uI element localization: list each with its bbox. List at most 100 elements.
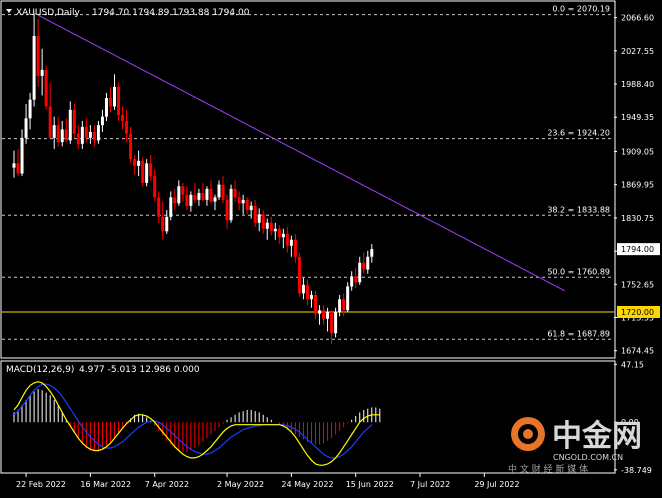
candle-body-bear: [330, 311, 334, 334]
candles-layer: [12, 14, 374, 345]
macd-values: 4.977 -5.013 12.986 0.000: [79, 365, 200, 375]
candle-body-bull: [165, 216, 169, 232]
candle-body-bull: [289, 239, 293, 246]
symbol-label: XAUUSD,Daily: [16, 8, 80, 18]
watermark-logo: 中金网 CNGOLD.COM.CN 中 文 财 经 新 媒 体: [508, 417, 642, 475]
candle-body-bull: [366, 256, 370, 270]
candle-body-bear: [285, 233, 289, 246]
candle-body-bull: [88, 131, 92, 138]
time-tick-label: 7 Apr 2022: [145, 480, 189, 489]
current-price-label: 1794.00: [621, 245, 654, 254]
candle-body-bear: [181, 186, 185, 195]
price-tick-label: 2027.55: [621, 47, 654, 56]
candle-body-bear: [322, 310, 326, 319]
candle-body-bear: [305, 284, 309, 300]
candle-body-bear: [92, 131, 96, 141]
candle-body-bear: [253, 205, 257, 223]
watermark-logo-text: 中金网: [552, 419, 642, 454]
candle-body-bear: [76, 133, 80, 144]
trendline-layer: [33, 12, 565, 292]
support-price-label: 1720.00: [621, 308, 654, 317]
candle-body-bull: [213, 197, 217, 202]
candle-body-bull: [350, 276, 354, 287]
chevron-down-icon[interactable]: [6, 9, 12, 13]
fibo-level-label: 23.6 = 1924.20: [547, 129, 610, 138]
candle-body-bear: [185, 194, 189, 206]
candle-body-bear: [293, 239, 297, 257]
symbol-header[interactable]: XAUUSD,Daily 1794.70 1794.89 1793.88 179…: [6, 8, 250, 18]
price-tick-label: 1869.95: [621, 181, 654, 190]
candle-body-bear: [297, 256, 301, 294]
candle-body-bull: [309, 295, 313, 300]
candle-body-bull: [189, 194, 193, 206]
time-tick-label: 24 May 2022: [281, 480, 333, 489]
candle-body-bull: [60, 129, 64, 143]
price-tick-label: 1830.75: [621, 214, 654, 223]
candle-body-bear: [342, 299, 346, 311]
price-panel-border: [0, 0, 616, 359]
time-axis: 22 Feb 2022 16 Mar 2022 7 Apr 2022 2 May 20…: [16, 473, 520, 489]
candle-body-bear: [72, 109, 76, 134]
candle-body-bull: [177, 186, 181, 204]
candle-body-bear: [56, 125, 60, 143]
fibo-level-label: 38.2 = 1833.88: [547, 205, 610, 214]
candle-body-bear: [362, 262, 366, 270]
price-tick-label: 1988.40: [621, 80, 654, 89]
watermark: 中金网 CNGOLD.COM.CN 中 文 财 经 新 媒 体: [506, 406, 656, 480]
candle-body-bull: [80, 126, 84, 144]
ohlc-values: 1794.70 1794.89 1793.88 1794.00: [92, 8, 250, 18]
candle-body-bull: [257, 214, 261, 223]
macd-label: MACD(12,26,9): [6, 365, 74, 375]
candle-body-bear: [193, 194, 197, 200]
candle-body-bull: [229, 188, 233, 221]
macd-header: MACD(12,26,9) 4.977 -5.013 12.986 0.000: [6, 365, 200, 375]
candle-body-bull: [32, 35, 36, 100]
candle-body-bull: [113, 86, 116, 107]
candle-body-bull: [334, 311, 338, 334]
time-tick-label: 29 Jul 2022: [474, 480, 519, 489]
watermark-slogan: 中 文 财 经 新 媒 体: [508, 463, 588, 475]
candle-body-bear: [36, 35, 40, 76]
price-tick-label: 2066.60: [621, 14, 654, 23]
price-tick-label: 1674.45: [621, 347, 654, 356]
candle-body-bull: [100, 116, 104, 126]
time-tick-label: 15 Jun 2022: [346, 480, 394, 489]
candle-body-bear: [149, 163, 153, 177]
candle-body-bull: [241, 199, 245, 204]
candle-body-bear: [141, 160, 145, 183]
candle-body-bear: [44, 69, 48, 107]
candle-body-bear: [225, 199, 229, 221]
candle-body-bear: [314, 295, 317, 314]
price-axis: 2066.60 2027.55 1988.40 1949.35 1909.05 1869.…: [614, 14, 660, 356]
candle-body-bear: [157, 197, 161, 217]
candle-body-bear: [201, 193, 205, 200]
candle-body-bear: [64, 129, 68, 141]
candle-body-bear: [108, 97, 112, 107]
chart-window[interactable]: 0.0 = 2070.19 23.6 = 1924.20 38.2 = 1833.8…: [0, 0, 662, 494]
candle-body-bear: [84, 126, 88, 138]
candle-body-bear: [48, 106, 52, 138]
candle-body-bull: [28, 99, 32, 119]
candle-body-bull: [169, 197, 173, 217]
candle-body-bear: [354, 276, 358, 283]
candle-body-bear: [269, 222, 273, 232]
fibo-level-label: 50.0 = 1760.89: [547, 267, 610, 276]
candle-body-bull: [281, 233, 285, 238]
price-tick-label: 1909.05: [621, 147, 654, 156]
candle-body-bear: [121, 114, 125, 121]
candle-body-bear: [209, 188, 213, 202]
candle-body-bull: [40, 69, 44, 76]
price-tick-label: 1949.35: [621, 113, 654, 122]
candle-body-bull: [205, 188, 209, 200]
candle-body-bull: [301, 284, 305, 294]
fibo-level-label: 61.8 = 1687.89: [547, 329, 610, 338]
candle-body-bull: [12, 163, 16, 168]
candle-body-bull: [358, 262, 362, 283]
candle-body-bull: [52, 125, 56, 138]
candle-body-bull: [96, 125, 100, 141]
candle-body-bear: [125, 120, 129, 134]
trend-line: [33, 12, 565, 292]
time-tick-label: 2 May 2022: [217, 480, 264, 489]
time-tick-label: 7 Jul 2022: [410, 480, 450, 489]
candle-body-bull: [104, 97, 108, 117]
